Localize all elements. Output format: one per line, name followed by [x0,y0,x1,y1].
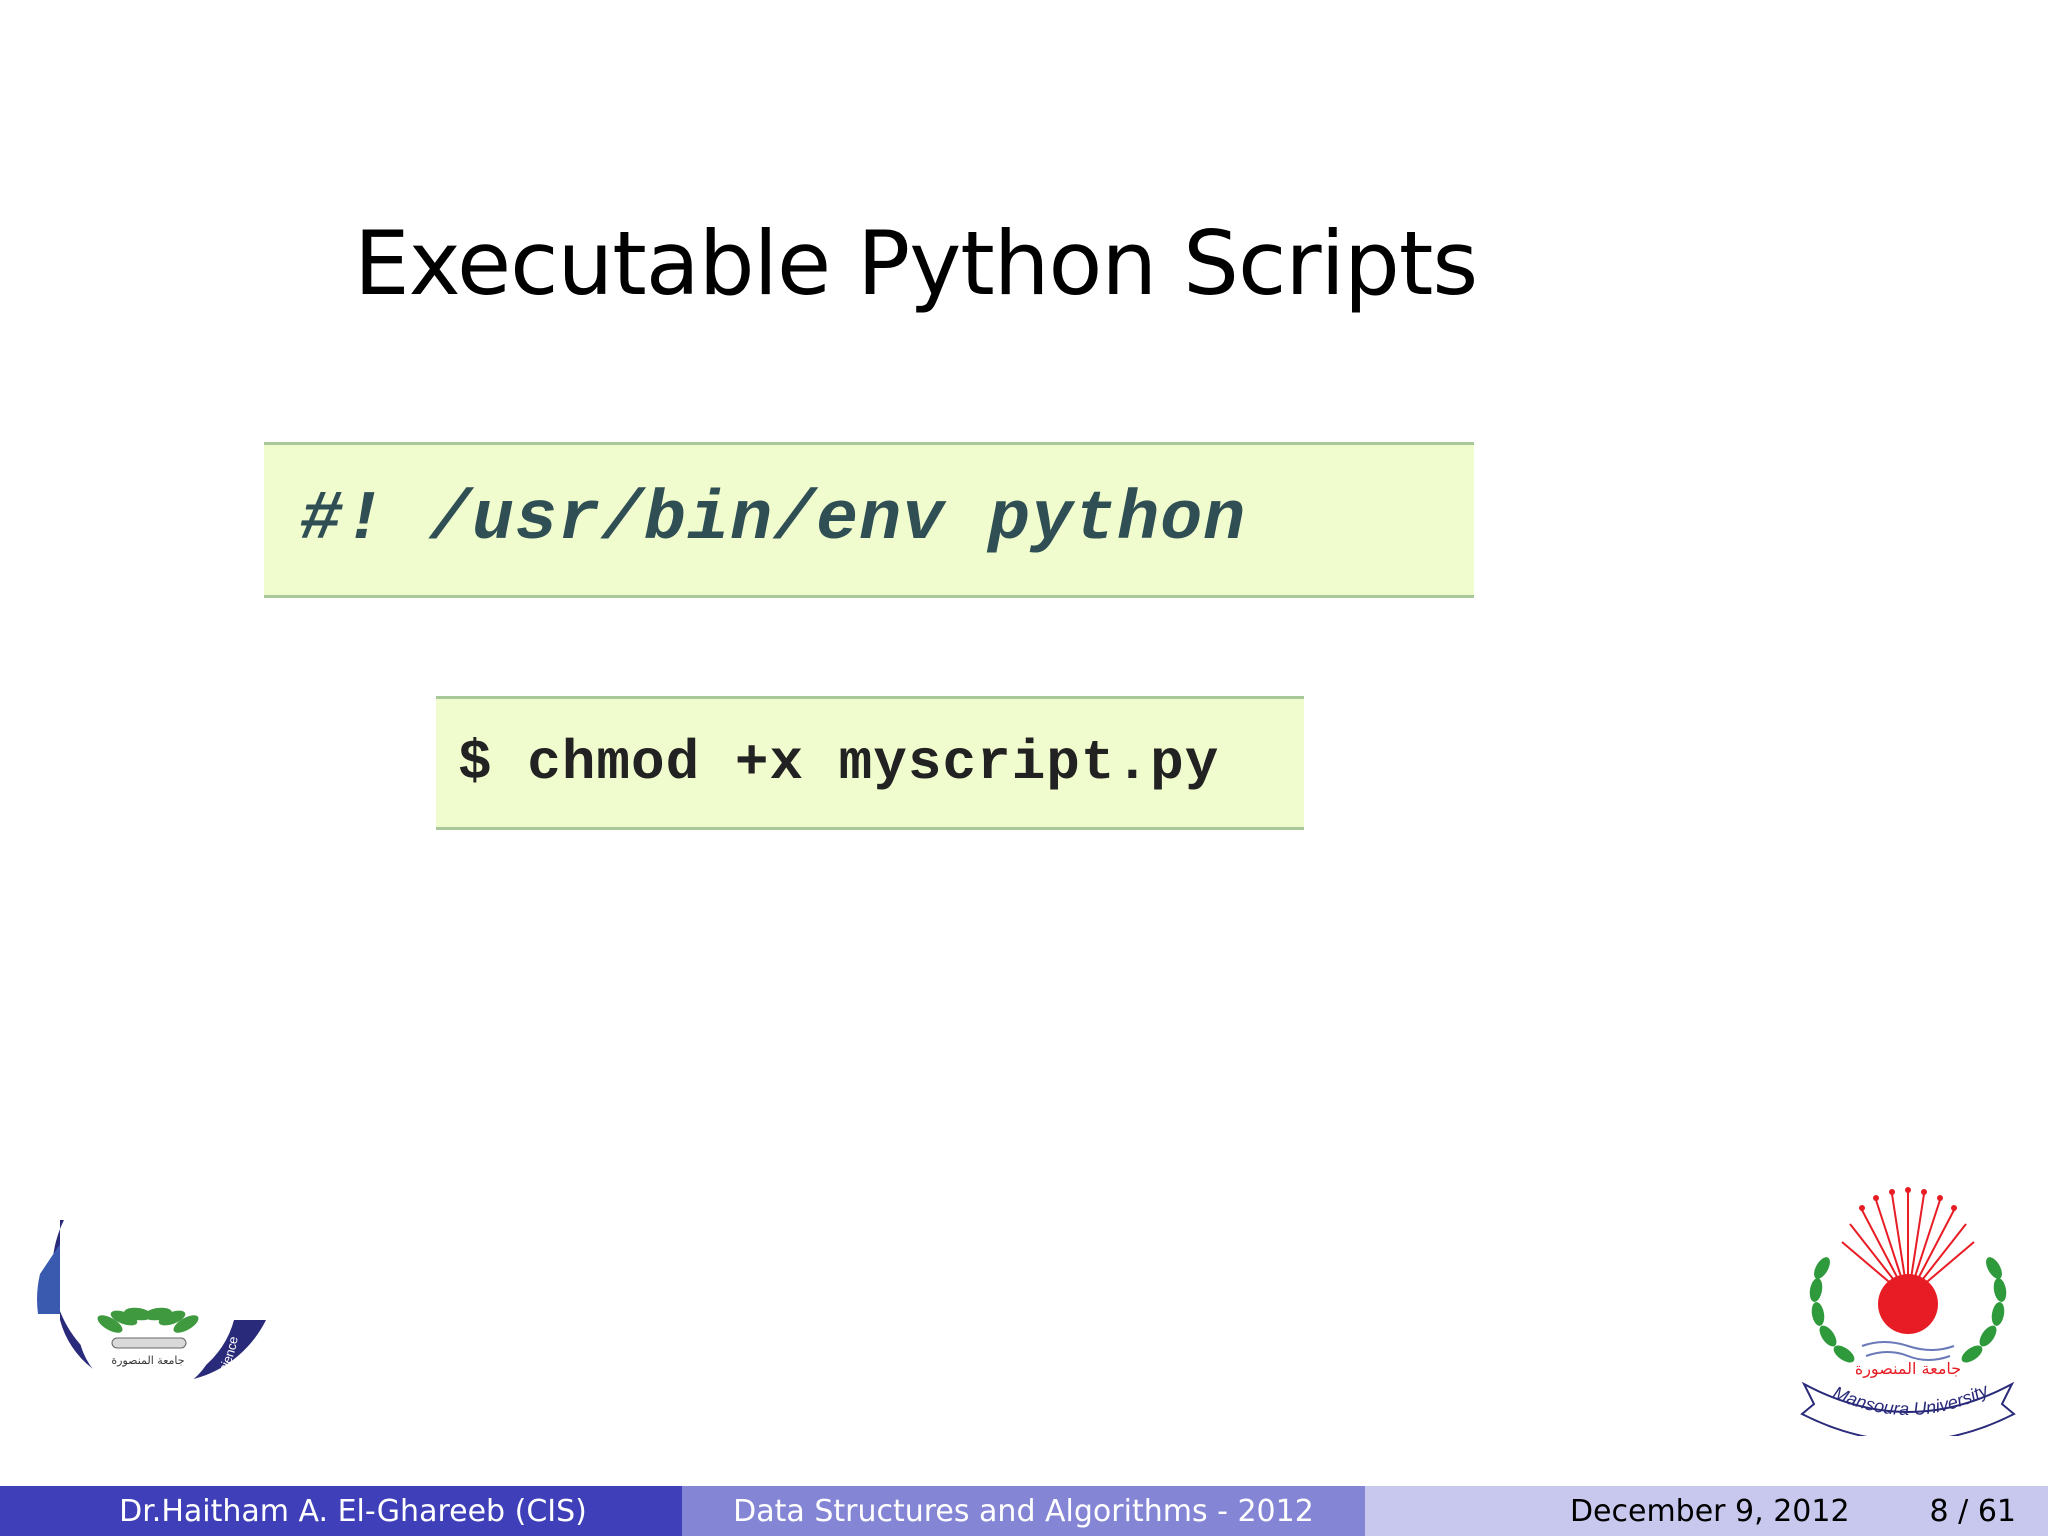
footer-date: December 9, 2012 [1569,1493,1850,1529]
footer-bar: Dr.Haitham A. El-Ghareeb (CIS) Data Stru… [0,1486,2048,1536]
slide-title: Executable Python Scripts [354,212,1478,315]
chmod-code-block: $ chmod +x myscript.py [436,696,1304,830]
shebang-code-block: #! /usr/bin/env python [264,442,1474,598]
svg-text:جامعة المنصورة: جامعة المنصورة [1855,1359,1961,1379]
page-number: 8 / 61 [1929,1493,2016,1529]
chmod-code-text: $ chmod +x myscript.py [458,731,1220,795]
shebang-code-text: #! /usr/bin/env python [300,480,1247,560]
footer-author-text: Dr.Haitham A. El-Ghareeb (CIS) [119,1493,587,1529]
mansoura-university-emblem-icon: Mansoura University جامعة المنصورة [1792,1178,2024,1442]
svg-text:جامعة المنصورة: جامعة المنصورة [111,1354,184,1367]
faculty-emblem-icon: جامعة المنصورة Faculty of Computers and … [20,1214,270,1434]
footer-date-page: December 9, 2012 8 / 61 [1365,1486,2048,1536]
slide: Executable Python Scripts #! /usr/bin/en… [0,0,2048,1536]
footer-author: Dr.Haitham A. El-Ghareeb (CIS) [0,1486,682,1536]
footer-course: Data Structures and Algorithms - 2012 [682,1486,1365,1536]
footer-course-text: Data Structures and Algorithms - 2012 [733,1493,1314,1529]
